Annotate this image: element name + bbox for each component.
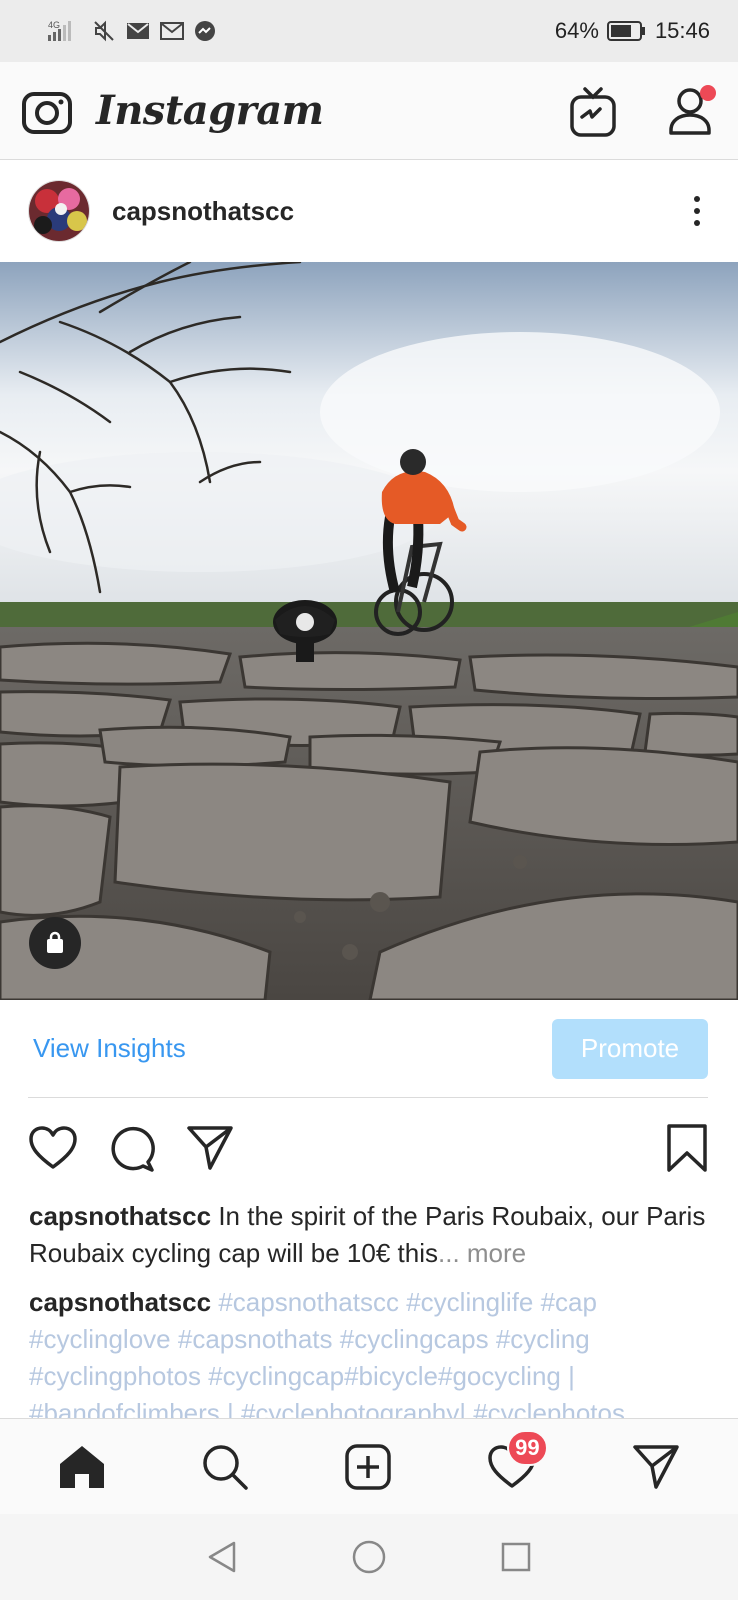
- dot: [694, 196, 700, 202]
- camera-icon[interactable]: [22, 88, 72, 134]
- battery-icon: [606, 20, 647, 42]
- messenger-icon: [194, 20, 216, 42]
- post-actions: [28, 1120, 708, 1176]
- share-icon[interactable]: [186, 1125, 234, 1171]
- app-header: Instagram: [0, 62, 738, 160]
- dot: [694, 208, 700, 214]
- status-bar: 4G 64% 15:46: [0, 0, 738, 62]
- clock: 15:46: [654, 18, 710, 43]
- post-caption: capsnothatscc In the spirit of the Paris…: [29, 1198, 719, 1272]
- search-icon[interactable]: [201, 1443, 249, 1491]
- caption-username[interactable]: capsnothatscc: [29, 1201, 211, 1231]
- activity-heart-button[interactable]: 99: [487, 1429, 548, 1490]
- svg-text:4G: 4G: [48, 20, 60, 30]
- mail-icon: [126, 21, 150, 41]
- more-link[interactable]: ... more: [438, 1238, 526, 1268]
- post-header: capsnothatscc: [0, 160, 738, 262]
- home-circle-icon[interactable]: [351, 1539, 387, 1575]
- comment-username[interactable]: capsnothatscc: [29, 1287, 211, 1317]
- post-username[interactable]: capsnothatscc: [112, 196, 294, 227]
- like-heart-icon[interactable]: [28, 1125, 78, 1171]
- system-nav-bar: [0, 1514, 738, 1600]
- post-photo: [0, 262, 738, 1000]
- mute-icon: [92, 19, 116, 43]
- comment-icon[interactable]: [108, 1124, 156, 1172]
- instagram-logo: Instagram: [96, 87, 324, 134]
- signal-icon: 4G: [46, 19, 82, 43]
- bookmark-icon[interactable]: [666, 1123, 708, 1173]
- add-post-icon[interactable]: [344, 1443, 392, 1491]
- battery-percent: 64%: [554, 18, 599, 43]
- notification-dot: [700, 84, 716, 101]
- bottom-nav: 99: [0, 1418, 738, 1514]
- recents-square-icon[interactable]: [500, 1541, 532, 1573]
- gmail-icon: [160, 21, 184, 41]
- dot: [694, 220, 700, 226]
- avatar[interactable]: [28, 180, 90, 242]
- profile-button[interactable]: [668, 84, 716, 135]
- shopping-bag-icon: [47, 931, 63, 953]
- back-icon[interactable]: [206, 1540, 238, 1574]
- activity-badge: 99: [507, 1429, 548, 1466]
- view-insights-link[interactable]: View Insights: [33, 1033, 186, 1064]
- direct-message-icon[interactable]: [632, 1444, 680, 1490]
- promote-button[interactable]: Promote: [552, 1018, 708, 1079]
- more-options-button[interactable]: [684, 190, 710, 232]
- comment: capsnothatscc #capsnothatscc #cyclinglif…: [29, 1284, 719, 1418]
- insights-bar: View Insights Promote: [28, 1000, 708, 1098]
- home-icon[interactable]: [58, 1444, 106, 1490]
- post-image[interactable]: [0, 262, 738, 1000]
- igtv-icon[interactable]: [570, 85, 616, 137]
- shopping-bag-button[interactable]: [29, 917, 81, 969]
